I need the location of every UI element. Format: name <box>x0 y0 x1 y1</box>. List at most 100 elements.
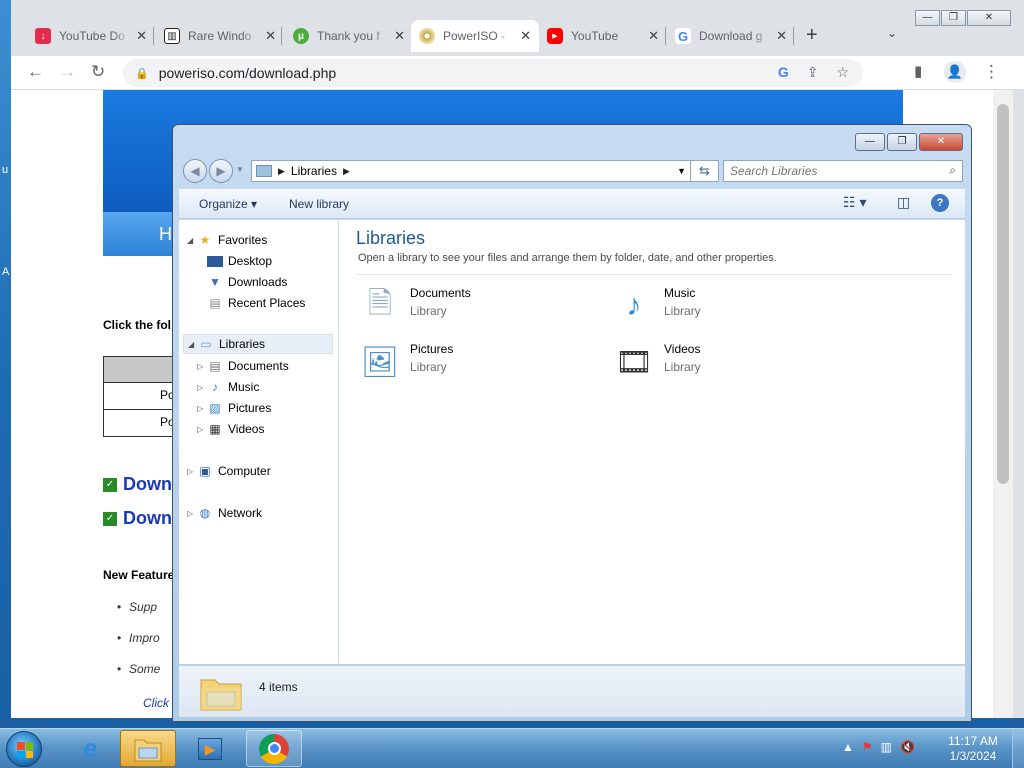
preview-pane-icon[interactable]: ◫ <box>897 194 910 211</box>
nav-downloads[interactable]: ▼ Downloads <box>207 272 287 292</box>
tab-title: YouTube <box>571 29 619 43</box>
search-box[interactable]: ⌕ <box>723 160 963 182</box>
library-videos[interactable]: 🎞 Videos Library <box>610 338 701 386</box>
organize-button[interactable]: Organize ▾ <box>199 197 257 211</box>
refresh-button[interactable]: ⇆ <box>691 160 719 182</box>
address-bar[interactable]: ▶ Libraries ▶ ▼ <box>251 160 691 182</box>
nav-music[interactable]: ▷ ♪ Music <box>197 377 259 397</box>
address-crumb[interactable]: Libraries <box>291 164 337 178</box>
search-icon[interactable]: ⌕ <box>949 163 956 178</box>
desktop-text-fragment: u <box>2 164 9 176</box>
nav-videos[interactable]: ▷ ▦ Videos <box>197 419 264 439</box>
music-library-icon: ♪ <box>626 289 642 322</box>
recent-pages-icon[interactable]: ▼ <box>236 165 244 174</box>
view-options-icon[interactable]: ☷ ▾ <box>843 194 866 211</box>
volume-muted-icon[interactable]: 🔇 <box>900 740 915 754</box>
nav-text[interactable]: H <box>159 224 172 244</box>
forward-button[interactable]: ▶ <box>209 159 233 183</box>
share-icon[interactable]: ⇪ <box>807 64 819 81</box>
new-library-button[interactable]: New library <box>289 197 349 211</box>
page-scrollbar[interactable] <box>993 90 1013 718</box>
taskbar-media-player[interactable]: ▶ <box>182 730 238 767</box>
profile-avatar[interactable]: 👤 <box>944 61 966 83</box>
taskbar-internet-explorer[interactable]: e <box>62 730 118 767</box>
close-window-button[interactable]: ✕ <box>967 10 1011 26</box>
tab-rare-windows[interactable]: ▥ Rare Windo ✕ <box>156 20 284 52</box>
back-icon[interactable]: ← <box>27 62 44 82</box>
expand-triangle-icon[interactable]: ▷ <box>197 425 207 434</box>
download-link[interactable]: ✓ Down <box>103 474 172 495</box>
close-icon[interactable]: ✕ <box>265 28 276 44</box>
expand-triangle-icon[interactable]: ▷ <box>187 467 197 476</box>
click-link[interactable]: Click <box>143 696 169 710</box>
lock-icon[interactable]: 🔒 <box>135 67 149 80</box>
downloads-folder-icon: ▼ <box>209 275 221 289</box>
divider <box>356 274 951 275</box>
chevron-right-icon[interactable]: ▶ <box>343 166 350 177</box>
chevron-down-icon[interactable]: ▼ <box>677 166 686 176</box>
nav-documents[interactable]: ▷ ▤ Documents <box>197 356 289 376</box>
scroll-thumb[interactable] <box>997 104 1009 484</box>
nav-network[interactable]: ▷ ◍ Network <box>187 503 262 523</box>
table-row[interactable]: Po <box>103 383 183 410</box>
nav-recent-places[interactable]: ▤ Recent Places <box>207 293 305 313</box>
library-documents[interactable]: 🗎 Documents Library <box>356 282 471 330</box>
tab-youtube-downloader[interactable]: ↓ YouTube Do ✕ <box>27 20 155 52</box>
table-row[interactable]: Po <box>103 410 183 437</box>
search-input[interactable] <box>724 161 924 181</box>
videos-library-icon: 🎞 <box>614 345 654 379</box>
nav-libraries[interactable]: ◢ ▭ Libraries <box>183 334 333 354</box>
expand-triangle-icon[interactable]: ◢ <box>188 340 198 349</box>
tab-poweriso[interactable]: PowerISO - ✕ <box>411 20 539 52</box>
new-tab-button[interactable]: + <box>806 24 818 47</box>
explorer-window-controls: — ❐ ✕ <box>853 133 963 151</box>
tab-youtube[interactable]: ▶ YouTube ✕ <box>539 20 667 52</box>
bookmark-star-icon[interactable]: ☆ <box>836 64 849 81</box>
nav-favorites[interactable]: ◢ ★ Favorites <box>187 230 267 250</box>
chevron-right-icon[interactable]: ▶ <box>278 166 285 177</box>
show-hidden-icons-icon[interactable]: ▲ <box>842 740 854 754</box>
nav-computer[interactable]: ▷ ▣ Computer <box>187 461 271 481</box>
library-music[interactable]: ♪ Music Library <box>610 282 701 330</box>
close-icon[interactable]: ✕ <box>520 28 531 44</box>
minimize-button[interactable]: — <box>915 10 940 26</box>
google-translate-icon[interactable]: G <box>778 64 789 81</box>
help-icon[interactable]: ? <box>931 194 949 212</box>
tab-thank-you[interactable]: µ Thank you f ✕ <box>285 20 413 52</box>
clock[interactable]: 11:17 AM 1/3/2024 <box>940 734 1006 764</box>
start-button[interactable] <box>6 731 42 767</box>
expand-triangle-icon[interactable]: ◢ <box>187 236 197 245</box>
expand-triangle-icon[interactable]: ▷ <box>197 404 207 413</box>
expand-triangle-icon[interactable]: ▷ <box>197 383 207 392</box>
taskbar-chrome[interactable] <box>246 730 302 767</box>
back-button[interactable]: ◀ <box>183 159 207 183</box>
menu-icon[interactable]: ⋮ <box>983 62 1000 82</box>
network-status-icon[interactable]: ▥ <box>881 740 892 754</box>
action-center-flag-icon[interactable]: ⚑ <box>862 740 873 754</box>
forward-icon[interactable]: → <box>59 62 76 82</box>
tab-strip: ↓ YouTube Do ✕ ▥ Rare Windo ✕ µ Thank yo… <box>11 0 1024 56</box>
side-panel-icon[interactable]: ▮ <box>914 62 922 80</box>
address-bar[interactable]: 🔒 poweriso.com/download.php G ⇪ ☆ <box>123 59 863 87</box>
nav-pictures[interactable]: ▷ ▨ Pictures <box>197 398 271 418</box>
expand-triangle-icon[interactable]: ▷ <box>187 509 197 518</box>
tab-download-google[interactable]: G Download g ✕ <box>667 20 795 52</box>
library-pictures[interactable]: 🖼 Pictures Library <box>356 338 453 386</box>
show-desktop-button[interactable] <box>1012 729 1024 768</box>
close-icon[interactable]: ✕ <box>648 28 659 44</box>
close-icon[interactable]: ✕ <box>136 28 147 44</box>
desktop-icon <box>207 255 223 267</box>
tab-search-button[interactable]: ⌄ <box>887 26 897 40</box>
taskbar-explorer[interactable] <box>120 730 176 767</box>
minimize-button[interactable]: — <box>855 133 885 151</box>
download-link[interactable]: ✓ Down <box>103 508 172 529</box>
expand-triangle-icon[interactable]: ▷ <box>197 362 207 371</box>
url-text[interactable]: poweriso.com/download.php <box>159 65 336 81</box>
maximize-button[interactable]: ❐ <box>941 10 966 26</box>
close-icon[interactable]: ✕ <box>394 28 405 44</box>
reload-icon[interactable]: ↻ <box>91 62 105 82</box>
nav-desktop[interactable]: Desktop <box>207 251 272 271</box>
maximize-button[interactable]: ❐ <box>887 133 917 151</box>
close-icon[interactable]: ✕ <box>776 28 787 44</box>
close-window-button[interactable]: ✕ <box>919 133 963 151</box>
